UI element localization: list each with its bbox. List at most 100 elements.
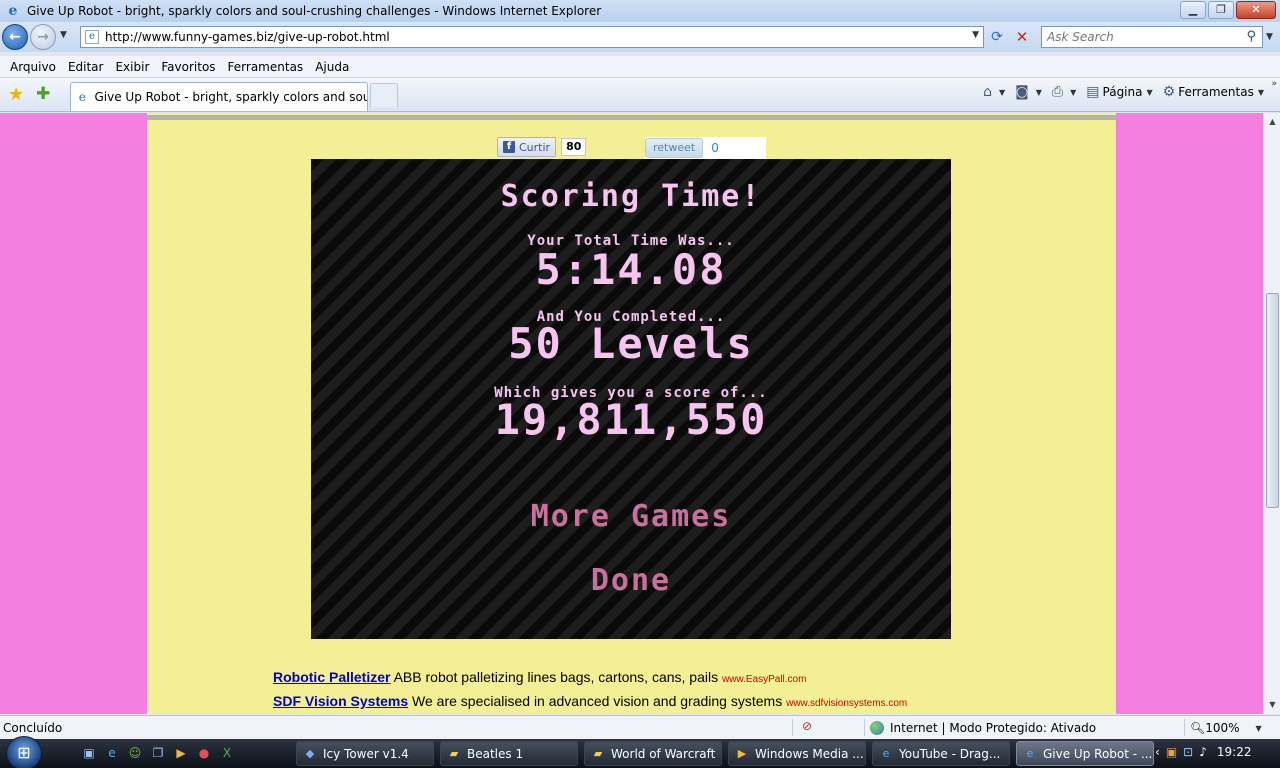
tab-row: ★ ✚ e Give Up Robot - bright, sparkly co… [0, 78, 1280, 112]
tab-give-up-robot[interactable]: e Give Up Robot - bright, sparkly colors… [70, 82, 368, 111]
ad-url-link[interactable]: www.sdfvisionsystems.com [786, 698, 907, 709]
divider [1184, 719, 1185, 736]
tab-label: Give Up Robot - bright, sparkly colors a… [94, 90, 367, 104]
favorites-star-icon[interactable]: ★ [8, 84, 24, 105]
scroll-up-arrow[interactable]: ▲ [1266, 115, 1279, 129]
printer-icon: ⎙ [1051, 84, 1064, 100]
ie-icon[interactable]: e [103, 745, 121, 761]
forward-button[interactable]: → [30, 24, 56, 50]
tools-menu[interactable]: ⚙ Ferramentas ▼ [1163, 84, 1264, 100]
task-label: Windows Media ... [755, 746, 864, 761]
task-beatles[interactable]: ▰ Beatles 1 [440, 741, 578, 766]
popup-blocker-icon[interactable]: ⊘ [798, 719, 816, 735]
menu-exibir[interactable]: Exibir [109, 60, 155, 74]
home-button[interactable]: ⌂ ▼ [983, 84, 1005, 100]
chevron-down-icon[interactable]: ▼ [1070, 88, 1076, 97]
divider [147, 115, 1116, 120]
search-options-dropdown[interactable]: ▼ [1266, 32, 1273, 42]
task-world-of-warcraft[interactable]: ▰ World of Warcraft [584, 741, 722, 766]
facebook-like-button[interactable]: f Curtir [497, 137, 557, 157]
security-zone[interactable]: Internet | Modo Protegido: Ativado [870, 721, 1096, 735]
ad-title-link[interactable]: Robotic Palletizer [273, 669, 390, 685]
menu-ferramentas[interactable]: Ferramentas [222, 60, 310, 74]
search-box[interactable]: ⚲ [1041, 26, 1263, 48]
chevron-down-icon[interactable]: ▼ [999, 88, 1005, 97]
excel-icon[interactable]: X [218, 745, 236, 761]
ad-text: We are specialised in advanced vision an… [408, 693, 787, 709]
chevron-down-icon: ▼ [1146, 87, 1153, 97]
refresh-icon[interactable]: ⟳ [987, 28, 1007, 46]
messenger-icon[interactable]: ☺ [126, 745, 144, 761]
maximize-button[interactable]: ❐ [1208, 1, 1234, 19]
menu-arquivo[interactable]: Arquivo [4, 60, 62, 74]
back-button[interactable]: ← [2, 24, 28, 50]
search-input[interactable] [1042, 27, 1232, 47]
vertical-scrollbar[interactable]: ▲ ▼ [1263, 113, 1280, 714]
network-icon[interactable]: ⊡ [1183, 745, 1193, 759]
close-button[interactable]: ✕ [1236, 1, 1276, 19]
more-commands-icon[interactable]: » [1271, 79, 1277, 89]
scroll-down-arrow[interactable]: ▼ [1266, 698, 1279, 712]
page-menu-icon: ▤ [1086, 84, 1100, 100]
done-button[interactable]: Done [311, 563, 951, 598]
media-player-icon[interactable]: ▶ [172, 745, 190, 761]
status-text: Concluído [3, 721, 63, 735]
menu-favoritos[interactable]: Favoritos [155, 60, 221, 74]
system-tray: ‹ ▣ ⊡ ♪ 19:22 [1155, 745, 1257, 759]
add-favorite-icon[interactable]: ✚ [36, 84, 50, 104]
feeds-button[interactable]: ◙ ▼ [1015, 84, 1042, 100]
address-dropdown-icon[interactable]: ▼ [972, 30, 979, 40]
recent-pages-dropdown[interactable]: ▼ [60, 30, 67, 40]
address-url[interactable]: http://www.funny-games.biz/give-up-robot… [105, 30, 390, 44]
task-icy-tower[interactable]: ◆ Icy Tower v1.4 [296, 741, 434, 766]
menu-bar: Arquivo Editar Exibir Favoritos Ferramen… [0, 56, 1280, 78]
scroll-thumb[interactable] [1266, 293, 1279, 508]
app-icon: ◆ [305, 746, 315, 760]
folder-icon: ▰ [593, 746, 603, 760]
chevron-down-icon[interactable]: ▼ [1036, 88, 1042, 97]
search-icon[interactable]: ⚲ [1246, 29, 1256, 44]
zoom-control[interactable]: 🔍︎ 100% ▼ [1190, 721, 1262, 735]
tray-expand-icon[interactable]: ‹ [1155, 745, 1160, 759]
retweet-button[interactable]: retweet [645, 138, 704, 158]
chevron-down-icon[interactable]: ▼ [1256, 724, 1262, 733]
address-row: ← → ▼ e http://www.funny-games.biz/give-… [0, 22, 1280, 52]
ad-url-link[interactable]: www.EasyPall.com [722, 674, 806, 685]
stop-icon[interactable]: ✕ [1012, 28, 1032, 46]
task-label: World of Warcraft [611, 746, 716, 761]
new-tab-button[interactable] [370, 83, 398, 107]
more-games-button[interactable]: More Games [311, 499, 951, 534]
show-desktop-icon[interactable]: ▣ [80, 745, 98, 761]
gear-icon: ⚙ [1162, 84, 1176, 100]
print-button[interactable]: ⎙ ▼ [1052, 84, 1076, 100]
time-value: 5:14.08 [535, 245, 727, 294]
menu-ajuda[interactable]: Ajuda [309, 60, 355, 74]
task-windows-media[interactable]: ▶ Windows Media ... [728, 741, 866, 766]
task-give-up-robot[interactable]: e Give Up Robot - ... [1016, 741, 1154, 766]
start-button[interactable]: ⊞ [6, 736, 42, 768]
tray-app-icon[interactable]: ▣ [1166, 745, 1177, 759]
retweet-count: 0 [711, 141, 719, 155]
score-value: 19,811,550 [494, 395, 768, 444]
page-menu-label: Página [1102, 85, 1143, 99]
clock[interactable]: 19:22 [1217, 745, 1252, 759]
page-content: f Curtir 80 retweet 0 Scoring Time! Your… [147, 113, 1116, 714]
minimize-button[interactable]: ▁ [1180, 1, 1206, 19]
ie-icon: e [8, 3, 18, 19]
zoom-icon: 🔍︎ [1190, 721, 1206, 735]
retweet-widget: retweet 0 [645, 137, 766, 159]
app-icon[interactable]: ● [195, 745, 213, 761]
globe-icon [870, 721, 884, 735]
address-bar[interactable]: e http://www.funny-games.biz/give-up-rob… [80, 26, 984, 48]
switch-windows-icon[interactable]: ❐ [149, 745, 167, 761]
page-menu[interactable]: ▤ Página ▼ [1086, 84, 1152, 100]
game-canvas[interactable]: Scoring Time! Your Total Time Was... 5:1… [311, 159, 951, 639]
volume-icon[interactable]: ♪ [1199, 745, 1207, 759]
ad-title-link[interactable]: SDF Vision Systems [273, 693, 408, 709]
task-youtube[interactable]: e YouTube - Drag... [872, 741, 1010, 766]
task-label: Icy Tower v1.4 [323, 746, 409, 761]
like-count: 80 [561, 138, 587, 156]
page-viewport: f Curtir 80 retweet 0 Scoring Time! Your… [0, 113, 1263, 714]
menu-editar[interactable]: Editar [62, 60, 110, 74]
tab-page-icon: e [78, 90, 86, 104]
